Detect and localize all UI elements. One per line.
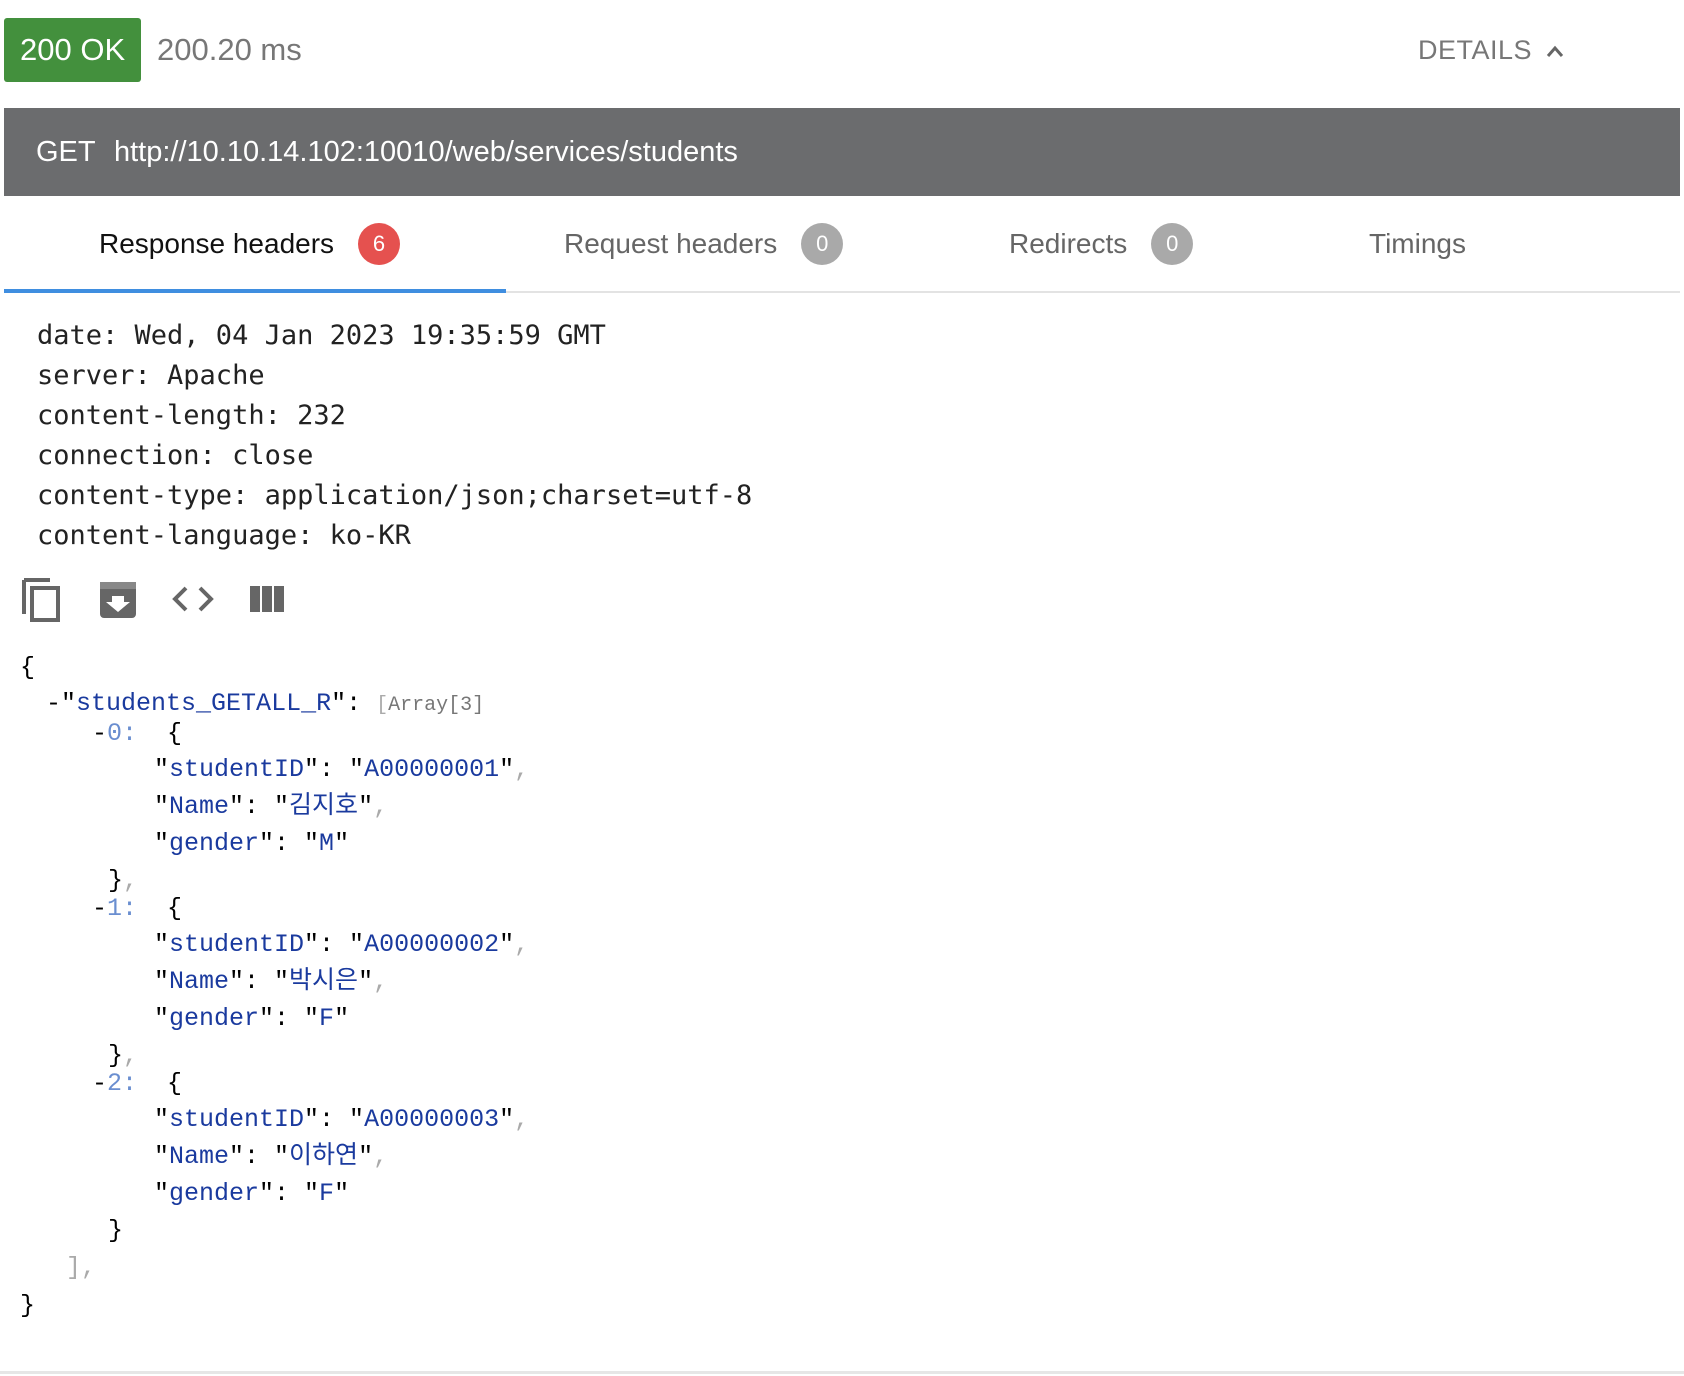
header-line: content-language: ko-KR [37, 520, 411, 551]
json-string-value: A00000002 [364, 930, 500, 959]
json-string-value: A00000001 [364, 755, 500, 784]
json-item-2: -2: { [92, 1069, 183, 1098]
count-badge: 0 [1151, 222, 1194, 265]
tab-request-headers[interactable]: Request headers 0 [564, 196, 844, 291]
save-icon[interactable] [96, 574, 142, 624]
details-label: DETAILS [1417, 35, 1532, 65]
active-tab-indicator [4, 289, 506, 293]
count-badge: 6 [358, 222, 401, 265]
tab-redirects[interactable]: Redirects 0 [1009, 196, 1194, 291]
tab-label: Request headers [564, 227, 778, 259]
copy-icon[interactable] [20, 574, 66, 624]
header-line: content-length: 232 [37, 400, 346, 431]
json-array-close: ], [66, 1253, 97, 1282]
tab-label: Redirects [1009, 227, 1128, 259]
json-item-0: -0: { [92, 719, 183, 748]
request-url[interactable]: http://10.10.14.102:10010/web/services/s… [114, 108, 738, 196]
json-field-line: "Name": "박시은", [154, 967, 389, 996]
json-string-value: A00000003 [364, 1105, 500, 1134]
json-string-value: M [319, 829, 335, 858]
json-string-value: 김지호 [289, 792, 359, 821]
response-headers-list: date: Wed, 04 Jan 2023 19:35:59 GMT serv… [37, 316, 752, 556]
array-index: 0 [107, 719, 123, 748]
json-field-line: "studentID": "A00000003", [154, 1105, 530, 1134]
json-key: students_GETALL_R [76, 689, 332, 718]
json-brace: { [20, 653, 36, 682]
request-method: GET [36, 136, 96, 168]
json-field-line: "gender": "F" [154, 1004, 350, 1033]
details-toggle[interactable]: DETAILS [1418, 18, 1564, 82]
collapse-toggle[interactable]: - [92, 719, 107, 748]
json-field-line: "gender": "M" [154, 829, 350, 858]
array-meta: Array[3] [388, 694, 485, 717]
tab-response-headers[interactable]: Response headers 6 [99, 196, 401, 291]
collapse-toggle[interactable]: - [46, 689, 61, 718]
columns-icon[interactable] [246, 574, 292, 624]
status-row: 200 OK 200.20 ms DETAILS [0, 0, 1684, 105]
json-field-line: "studentID": "A00000002", [154, 930, 530, 959]
collapse-toggle[interactable]: - [92, 894, 107, 923]
chevron-up-icon [1546, 45, 1564, 57]
details-tabs: Response headers 6 Request headers 0 Red… [4, 196, 1680, 293]
array-index: 2 [107, 1069, 123, 1098]
json-field-line: "gender": "F" [154, 1179, 350, 1208]
json-field-line: "studentID": "A00000001", [154, 755, 530, 784]
json-field-line: "Name": "김지호", [154, 792, 389, 821]
tab-timings[interactable]: Timings [1369, 196, 1466, 291]
header-line: server: Apache [37, 360, 265, 391]
count-badge: 0 [801, 222, 844, 265]
tab-label: Timings [1369, 227, 1466, 259]
code-icon[interactable] [170, 574, 216, 624]
elapsed-time: 200.20 ms [157, 32, 302, 67]
status-badge: 200 OK [4, 18, 142, 82]
array-index: 1 [107, 894, 123, 923]
json-brace: } [108, 1216, 124, 1245]
json-item-1: -1: { [92, 894, 183, 923]
header-line: date: Wed, 04 Jan 2023 19:35:59 GMT [37, 320, 606, 351]
header-line: content-type: application/json;charset=u… [37, 480, 753, 511]
header-line: connection: close [37, 440, 314, 471]
json-string-value: 박시은 [289, 967, 359, 996]
json-field-line: "Name": "이하연", [154, 1142, 389, 1171]
request-url-bar[interactable]: GET http://10.10.14.102:10010/web/servic… [4, 108, 1680, 196]
collapse-toggle[interactable]: - [92, 1069, 107, 1098]
json-string-value: 이하연 [289, 1142, 359, 1171]
json-string-value: F [319, 1179, 335, 1208]
divider [0, 1371, 1684, 1374]
json-string-value: F [319, 1004, 335, 1033]
json-brace: } [20, 1291, 36, 1320]
tab-label: Response headers [99, 227, 335, 259]
